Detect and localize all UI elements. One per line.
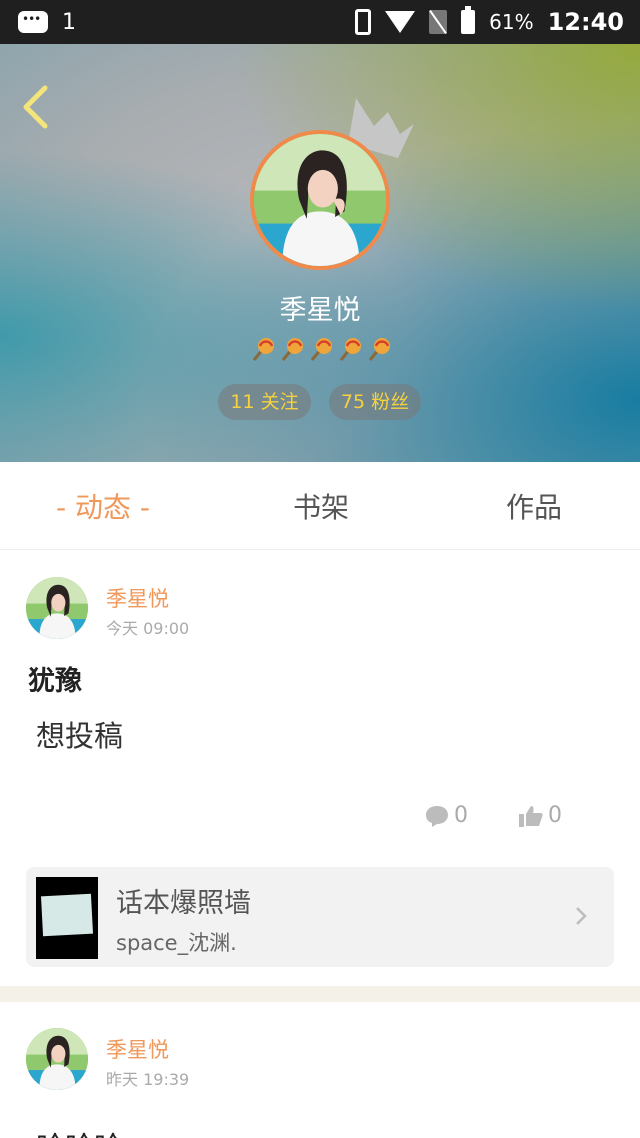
post-author[interactable]: 季星悦	[106, 583, 169, 613]
tab-works[interactable]: 作品	[506, 462, 562, 550]
avatar[interactable]	[26, 577, 88, 639]
chevron-right-icon	[576, 907, 587, 925]
message-icon	[18, 11, 48, 33]
feed-post: 季星悦 昨天 19:39 哈哈哈	[0, 1002, 640, 1138]
profile-header: 季星悦 11 关注 75 粉丝	[0, 44, 640, 462]
post-title: 哈哈哈	[36, 1124, 123, 1138]
battery-percent: 61%	[489, 10, 534, 34]
vibrate-icon	[355, 9, 372, 35]
lollipop-badge-icon	[252, 338, 274, 361]
profile-tabs: - 动态 - 书架 作品	[0, 462, 640, 550]
lollipop-badge-icon	[310, 338, 332, 361]
comment-button[interactable]: 0	[424, 803, 468, 828]
post-time: 昨天 19:39	[106, 1070, 190, 1089]
shared-topic-card[interactable]: 话本爆照墙 space_沈渊.	[26, 867, 614, 967]
post-title: 犹豫	[28, 666, 82, 697]
lollipop-badge-icon	[368, 338, 390, 361]
notification-count: 1	[62, 9, 76, 35]
post-author[interactable]: 季星悦	[106, 1034, 169, 1064]
following-count-button[interactable]: 11 关注	[218, 384, 311, 420]
battery-icon	[461, 6, 476, 34]
topic-thumbnail	[36, 877, 98, 959]
post-time: 今天 09:00	[106, 619, 190, 638]
comment-count: 0	[454, 803, 468, 828]
wifi-icon	[385, 11, 416, 33]
like-button[interactable]: 0	[518, 803, 562, 828]
comment-icon	[426, 805, 448, 827]
level-badges	[250, 336, 392, 362]
tab-activity[interactable]: - 动态 -	[56, 462, 150, 550]
lollipop-badge-icon	[339, 338, 361, 361]
topic-title: 话本爆照墙	[116, 888, 251, 919]
no-sim-icon	[429, 10, 448, 34]
tab-bookshelf[interactable]: 书架	[293, 462, 349, 550]
thumbs-up-icon	[519, 805, 543, 827]
fans-count-button[interactable]: 75 粉丝	[329, 384, 421, 420]
lollipop-badge-icon	[281, 338, 303, 361]
topic-author: space_沈渊.	[116, 931, 237, 955]
status-bar: 1 61% 12:40	[0, 0, 640, 44]
back-button[interactable]	[18, 84, 52, 130]
clock: 12:40	[547, 8, 624, 36]
profile-name: 季星悦	[279, 295, 361, 326]
profile-avatar[interactable]	[250, 130, 390, 270]
avatar[interactable]	[26, 1028, 88, 1090]
post-divider	[0, 986, 640, 1002]
like-count: 0	[548, 803, 562, 828]
feed-post: 季星悦 今天 09:00 犹豫 想投稿 0 0 话本爆照墙 space_沈渊.	[0, 551, 640, 986]
post-body: 想投稿	[36, 719, 124, 753]
chevron-left-icon	[23, 85, 48, 129]
